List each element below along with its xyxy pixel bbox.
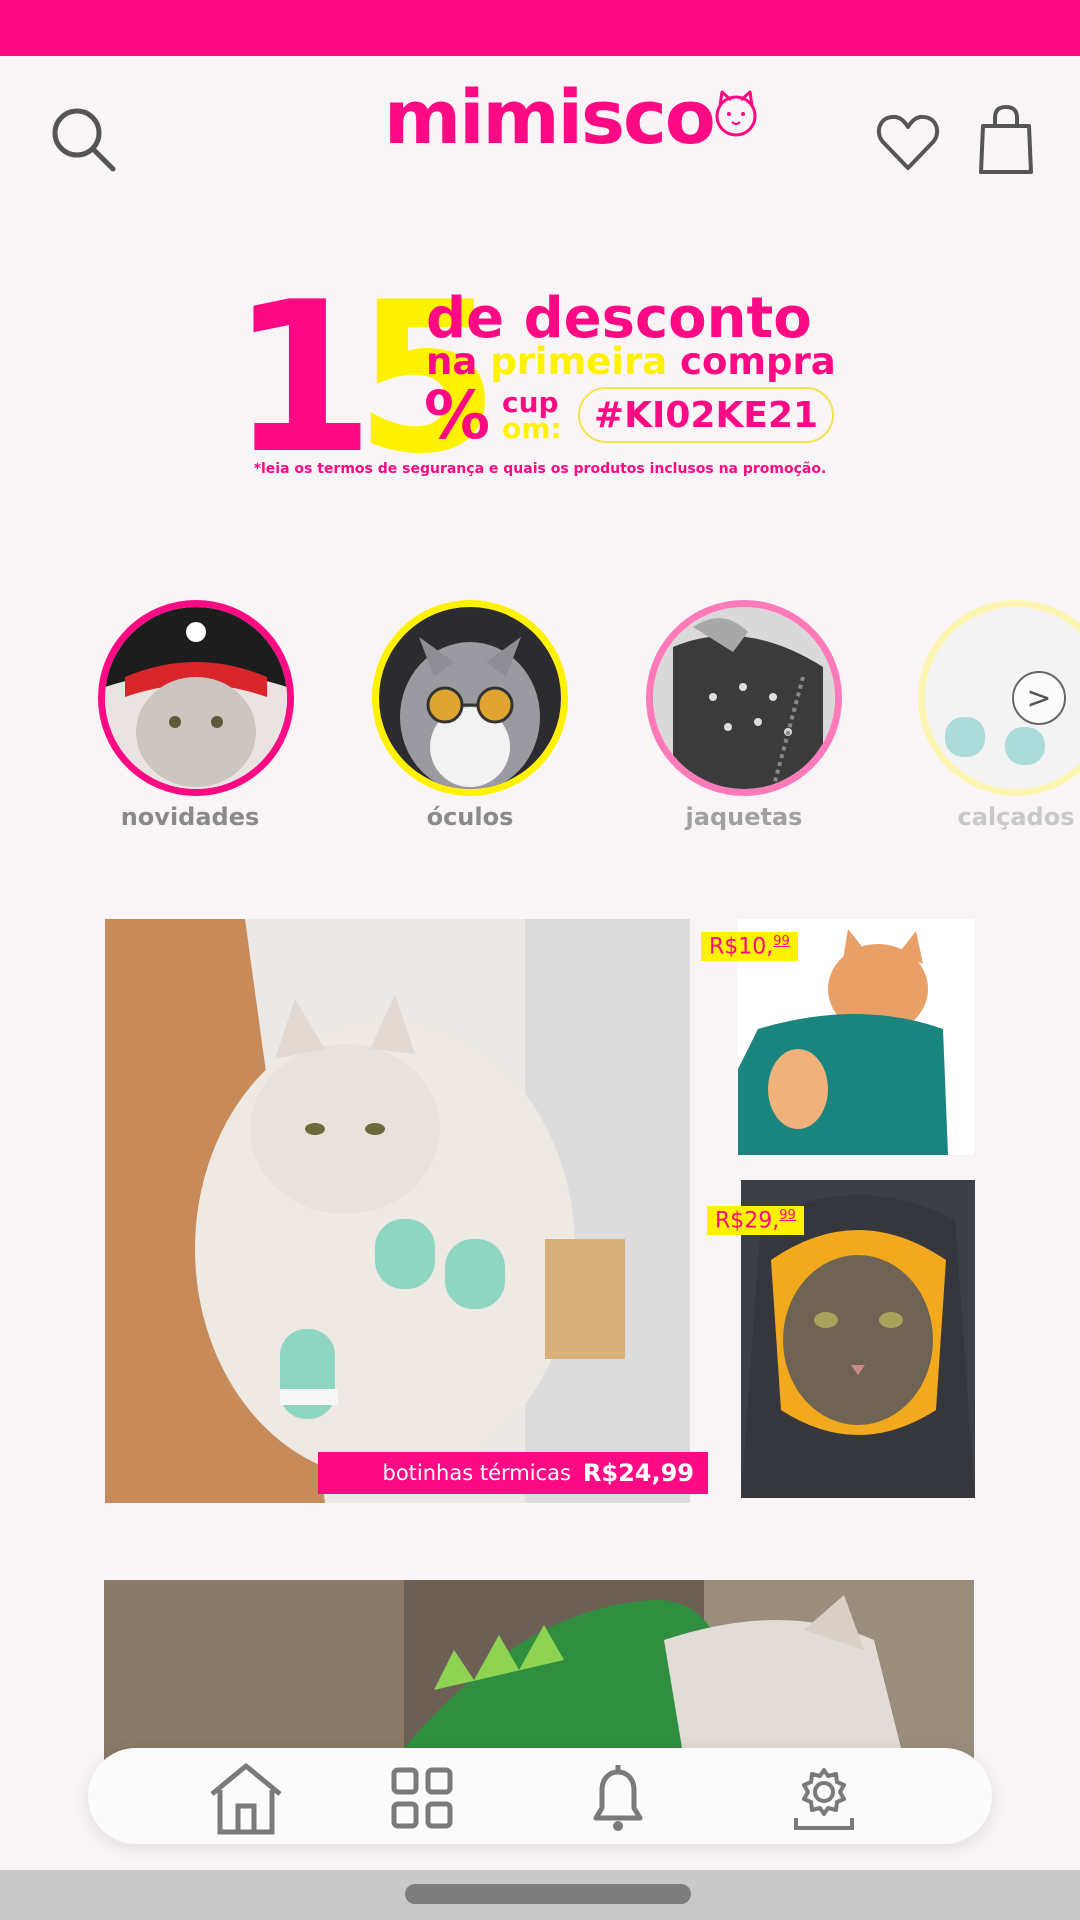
price-cents: 99 — [779, 1208, 796, 1223]
search-icon — [52, 108, 116, 172]
category-label[interactable]: óculos — [350, 803, 590, 831]
heart-icon — [876, 114, 940, 170]
promo-headline: de desconto — [426, 286, 812, 351]
wishlist-button[interactable] — [868, 102, 948, 182]
category-novidades[interactable] — [98, 600, 294, 796]
cat-logo-icon — [715, 90, 757, 137]
category-oculos[interactable] — [372, 600, 568, 796]
product-price-tag: R$10,99 — [701, 932, 798, 962]
promo-subline-part: compra — [667, 340, 836, 383]
jacket-image — [653, 607, 835, 789]
home-gesture-handle[interactable] — [405, 1884, 691, 1904]
brand-logo[interactable]: mimisco — [384, 68, 762, 168]
home-icon — [210, 1763, 282, 1835]
promo-banner[interactable]: 15 de desconto na primeira compra % cup … — [230, 275, 870, 485]
coupon-label-bottom: om: — [502, 412, 562, 445]
nav-notifications[interactable] — [578, 1758, 658, 1838]
header: mimisco — [0, 56, 1080, 206]
percent-sign: % — [424, 377, 491, 454]
status-bar — [0, 0, 1080, 56]
category-label[interactable]: calçados — [896, 803, 1080, 831]
pirate-cat-image — [105, 607, 287, 789]
settings-icon — [794, 1768, 854, 1830]
shopping-bag-icon — [979, 104, 1033, 174]
featured-product-caption[interactable]: botinhas térmicas R$24,99 — [318, 1452, 708, 1494]
featured-product-name: botinhas térmicas — [382, 1461, 571, 1485]
category-label[interactable]: jaquetas — [624, 803, 864, 831]
coupon-code[interactable]: #KI02KE21 — [578, 387, 834, 443]
price-main: R$29, — [715, 1208, 780, 1234]
bell-icon — [593, 1765, 643, 1831]
promo-subline-highlight: primeira — [490, 340, 668, 383]
price-cents: 99 — [773, 934, 790, 949]
nav-settings[interactable] — [784, 1758, 864, 1838]
promo-subline: na primeira compra — [426, 343, 836, 380]
category-label[interactable]: novidades — [70, 803, 310, 831]
cat-dino-costume-photo — [104, 1580, 974, 1760]
featured-product-image[interactable] — [105, 919, 690, 1503]
dinosaur-costume-banner[interactable] — [104, 1580, 974, 1760]
sunglasses-cat-image — [379, 607, 561, 789]
promo-terms: *leia os termos de segurança e quais os … — [253, 461, 827, 477]
price-main: R$10, — [709, 934, 774, 960]
carousel-next-button[interactable]: > — [1012, 671, 1066, 725]
bottom-navigation — [88, 1748, 992, 1844]
system-gesture-area — [0, 1870, 1080, 1920]
nav-home[interactable] — [206, 1758, 286, 1838]
nav-categories[interactable] — [382, 1758, 462, 1838]
category-jaquetas[interactable] — [646, 600, 842, 796]
featured-product-price: R$24,99 — [582, 1459, 694, 1487]
product-price-tag: R$29,99 — [707, 1206, 804, 1236]
brand-logo-text: mimisco — [384, 75, 716, 161]
cat-boots-photo — [105, 919, 690, 1503]
search-button[interactable] — [44, 100, 124, 180]
grid-icon — [391, 1767, 453, 1829]
cart-button[interactable] — [966, 98, 1046, 182]
chevron-right-icon: > — [1026, 680, 1052, 716]
